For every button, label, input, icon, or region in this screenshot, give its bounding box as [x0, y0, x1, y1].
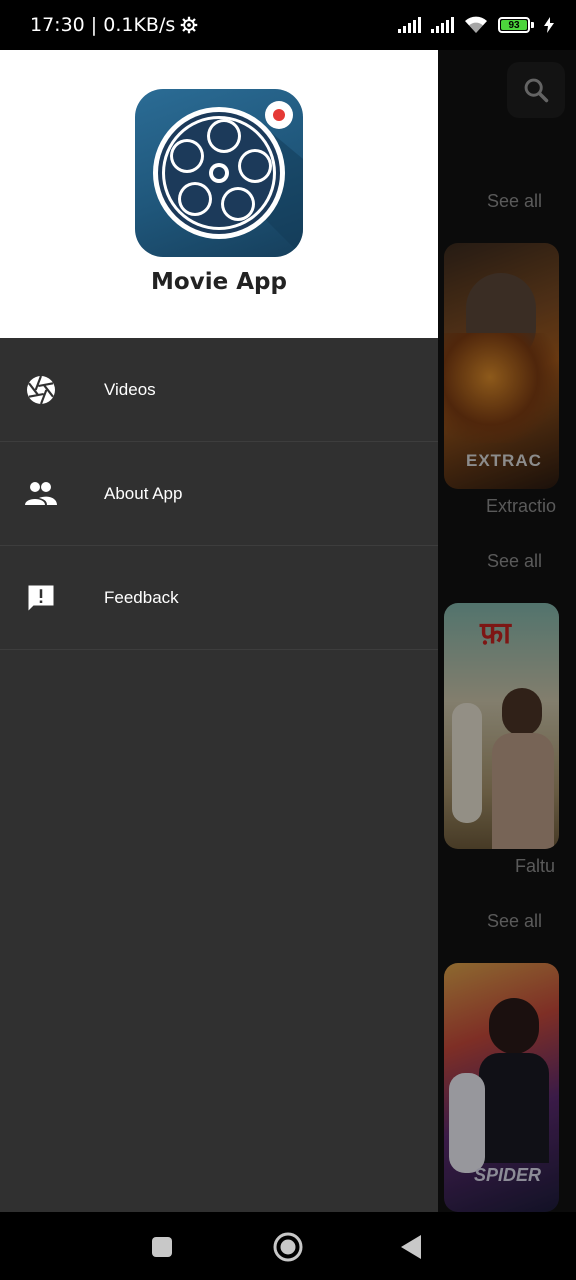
- people-icon: [25, 481, 57, 505]
- navigation-drawer: Movie App Videos About App Feedback: [0, 50, 438, 1212]
- feedback-icon: [28, 585, 54, 610]
- film-reel-icon: [153, 101, 303, 257]
- charging-icon: [544, 17, 554, 33]
- system-navigation-bar: [0, 1212, 576, 1280]
- signal-icon: [431, 17, 454, 33]
- aperture-icon: [27, 375, 55, 404]
- clock: 17:30 | 0.1KB/s: [30, 14, 176, 36]
- drawer-item-about-app[interactable]: About App: [0, 442, 438, 546]
- drawer-item-label: About App: [104, 483, 183, 503]
- battery-icon: 93: [498, 17, 534, 33]
- wifi-icon: [465, 16, 487, 33]
- app-logo: [135, 89, 303, 257]
- status-bar: 17:30 | 0.1KB/s 93: [0, 0, 576, 50]
- drawer-item-feedback[interactable]: Feedback: [0, 546, 438, 650]
- app-name: Movie App: [151, 269, 287, 295]
- drawer-item-label: Videos: [104, 379, 156, 399]
- home-button[interactable]: [272, 1231, 304, 1263]
- gear-icon: [181, 16, 198, 34]
- signal-icon: [398, 17, 421, 33]
- back-button[interactable]: [400, 1234, 422, 1260]
- drawer-item-videos[interactable]: Videos: [0, 338, 438, 442]
- drawer-header: Movie App: [0, 50, 438, 338]
- recents-button[interactable]: [151, 1236, 173, 1258]
- drawer-item-label: Feedback: [104, 587, 179, 607]
